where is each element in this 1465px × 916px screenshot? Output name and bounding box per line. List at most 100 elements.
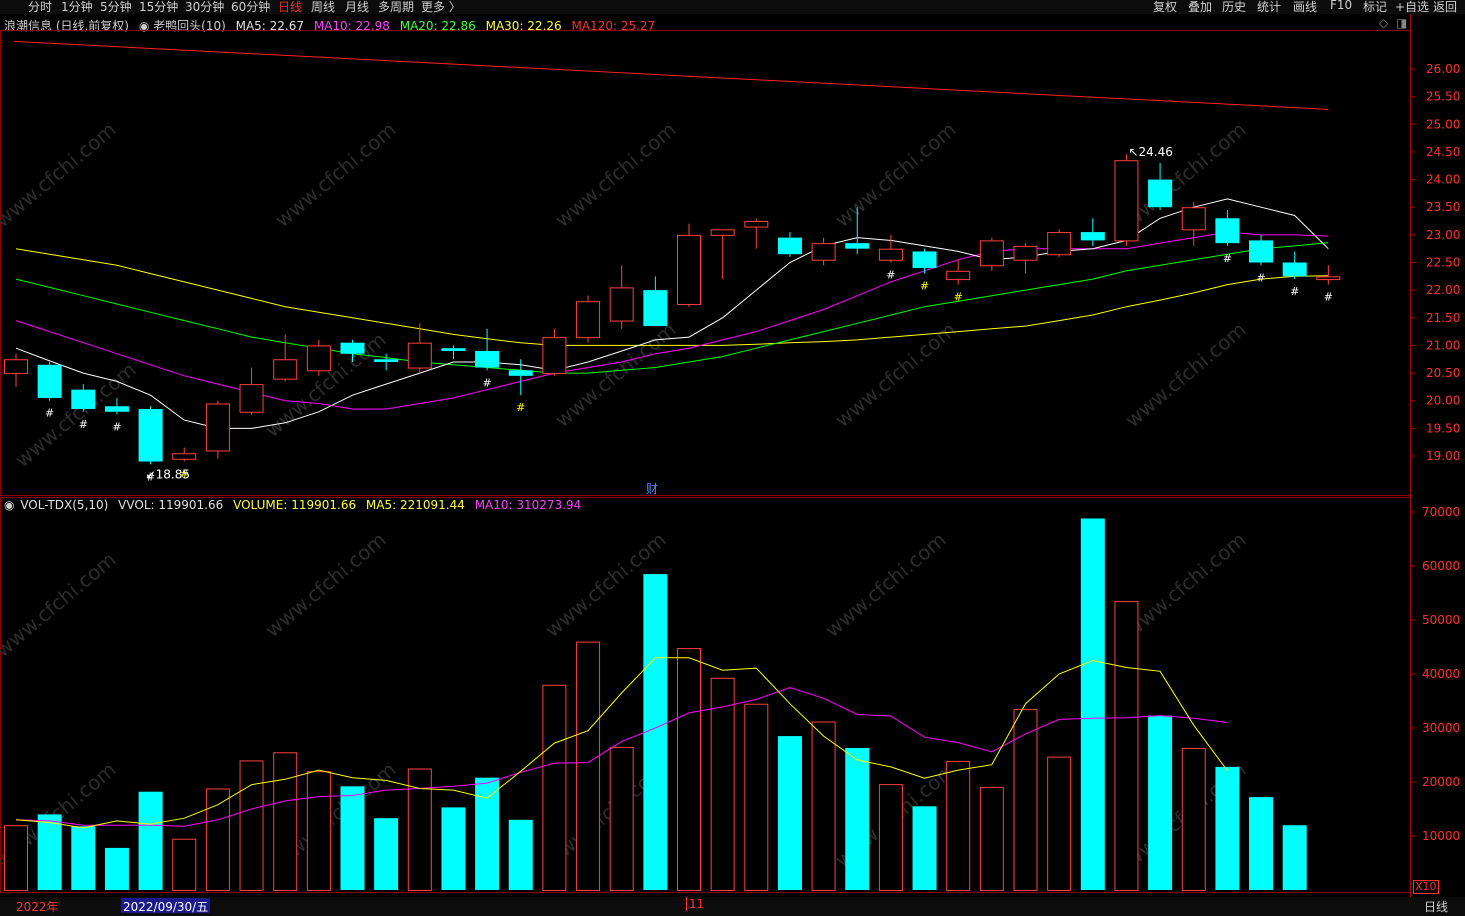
volume-tick-label: 70000 [1422, 505, 1460, 519]
volume-bar-down [643, 574, 668, 890]
watermark-text: www.cfchi.com [1120, 527, 1250, 642]
signal-hash-mark: # [1256, 271, 1265, 284]
candle [441, 345, 466, 360]
candle-body-up [1047, 232, 1072, 256]
price-tick-label: 23.00 [1426, 228, 1460, 242]
volume-bar-down [1080, 518, 1105, 890]
volume-bar-up [273, 752, 298, 891]
volume-bar-up [878, 784, 903, 891]
candle [912, 248, 937, 274]
volume-bar-down [845, 747, 870, 890]
candle [306, 339, 331, 376]
price-tick-label: 24.00 [1426, 173, 1460, 187]
kline-chart[interactable]: www.cfchi.com www.cfchi.com www.cfchi.com w… [0, 0, 1465, 916]
price-tick-label: 19.50 [1426, 421, 1460, 435]
watermark-text: www.cfchi.com [260, 327, 390, 442]
candle-body-down [104, 406, 129, 412]
volume-bar-down [475, 777, 500, 890]
watermark-text: www.cfchi.com [270, 117, 400, 232]
price-tick-label: 23.50 [1426, 200, 1460, 214]
candle [1249, 234, 1274, 266]
volume-bar-up [811, 721, 836, 892]
candle [1047, 229, 1072, 257]
volume-bar-up [1013, 709, 1038, 891]
volume-bar-down [138, 791, 163, 890]
volume-tick-label: 50000 [1422, 613, 1460, 627]
candle [777, 232, 802, 257]
candle-body-down [912, 251, 937, 269]
candle-body-up [542, 337, 567, 375]
watermark-text: www.cfchi.com [10, 357, 140, 472]
candle [609, 265, 634, 329]
watermark-text: www.cfchi.com [0, 547, 121, 662]
low-price-label: ↙18.85 [146, 467, 190, 481]
candle [542, 328, 567, 376]
volume-bar-up [407, 768, 432, 891]
volume-bar-down [912, 806, 937, 890]
price-tick-label: 22.50 [1426, 256, 1460, 270]
volume-bar-down [1249, 797, 1274, 890]
volume-bar-down [1148, 715, 1173, 890]
candle-body-down [441, 348, 466, 351]
candle-body-down [374, 359, 399, 363]
candle-body-down [37, 364, 62, 398]
candle [37, 362, 62, 401]
price-tick-label: 22.00 [1426, 283, 1460, 297]
candle [576, 295, 601, 343]
price-tick-label: 26.00 [1426, 62, 1460, 76]
candle [677, 223, 701, 307]
volume-bar-up [172, 838, 197, 892]
price-tick-label: 20.00 [1426, 394, 1460, 408]
volume-bar-down [1282, 825, 1307, 890]
candle [407, 323, 432, 374]
candle [979, 237, 1004, 271]
signal-hash-mark: # [1290, 285, 1299, 298]
candle-body-up [1316, 276, 1341, 281]
volume-bar-up [609, 746, 634, 892]
volume-bar-down [508, 819, 533, 890]
signal-hash-mark: # [45, 407, 54, 420]
high-price-label: ↖24.46 [1128, 145, 1172, 159]
candle [205, 400, 230, 459]
watermark-text: www.cfchi.com [550, 317, 680, 432]
candle [878, 234, 903, 263]
candle [475, 328, 500, 371]
candle-body-up [306, 345, 331, 372]
volume-tick-label: 10000 [1422, 829, 1460, 843]
candle-body-up [407, 342, 432, 369]
price-tick-label: 19.00 [1426, 449, 1460, 463]
signal-hash-mark: # [920, 280, 929, 293]
volume-tick-label: 40000 [1422, 667, 1460, 681]
signal-hash-mark: # [1223, 252, 1232, 265]
watermark-text: www.cfchi.com [1120, 317, 1250, 432]
candle [1148, 162, 1173, 210]
candle-body-down [1080, 232, 1105, 241]
candle-body-up [1013, 245, 1038, 261]
volume-bar-up [1114, 601, 1139, 891]
price-tick-label: 21.50 [1426, 311, 1460, 325]
candle-body-down [1215, 218, 1240, 244]
candle-body-down [1249, 240, 1274, 263]
candle-body-up [239, 384, 264, 413]
candle-body-up [878, 248, 903, 261]
volume-bar-down [71, 826, 96, 890]
volume-unit-badge: X10 [1413, 880, 1439, 894]
volume-bar-up [1047, 756, 1072, 891]
candle [138, 406, 163, 465]
signal-hash-mark: # [112, 421, 121, 434]
volume-bar-down [1215, 766, 1240, 890]
candle-body-up [205, 403, 230, 452]
candle-body-up [1114, 160, 1139, 242]
price-tick-label: 25.50 [1426, 90, 1460, 104]
price-tick-label: 21.00 [1426, 338, 1460, 352]
candle [172, 447, 197, 462]
signal-hash-mark: # [1324, 291, 1333, 304]
volume-bar-up [542, 684, 567, 891]
ma120-line [13, 40, 1329, 110]
candle-body-up [273, 359, 298, 380]
candle [946, 259, 971, 285]
volume-bar-up [576, 641, 601, 891]
volume-bar-down [777, 736, 802, 890]
candle-body-up [710, 229, 735, 236]
ma20-line [15, 242, 1329, 374]
